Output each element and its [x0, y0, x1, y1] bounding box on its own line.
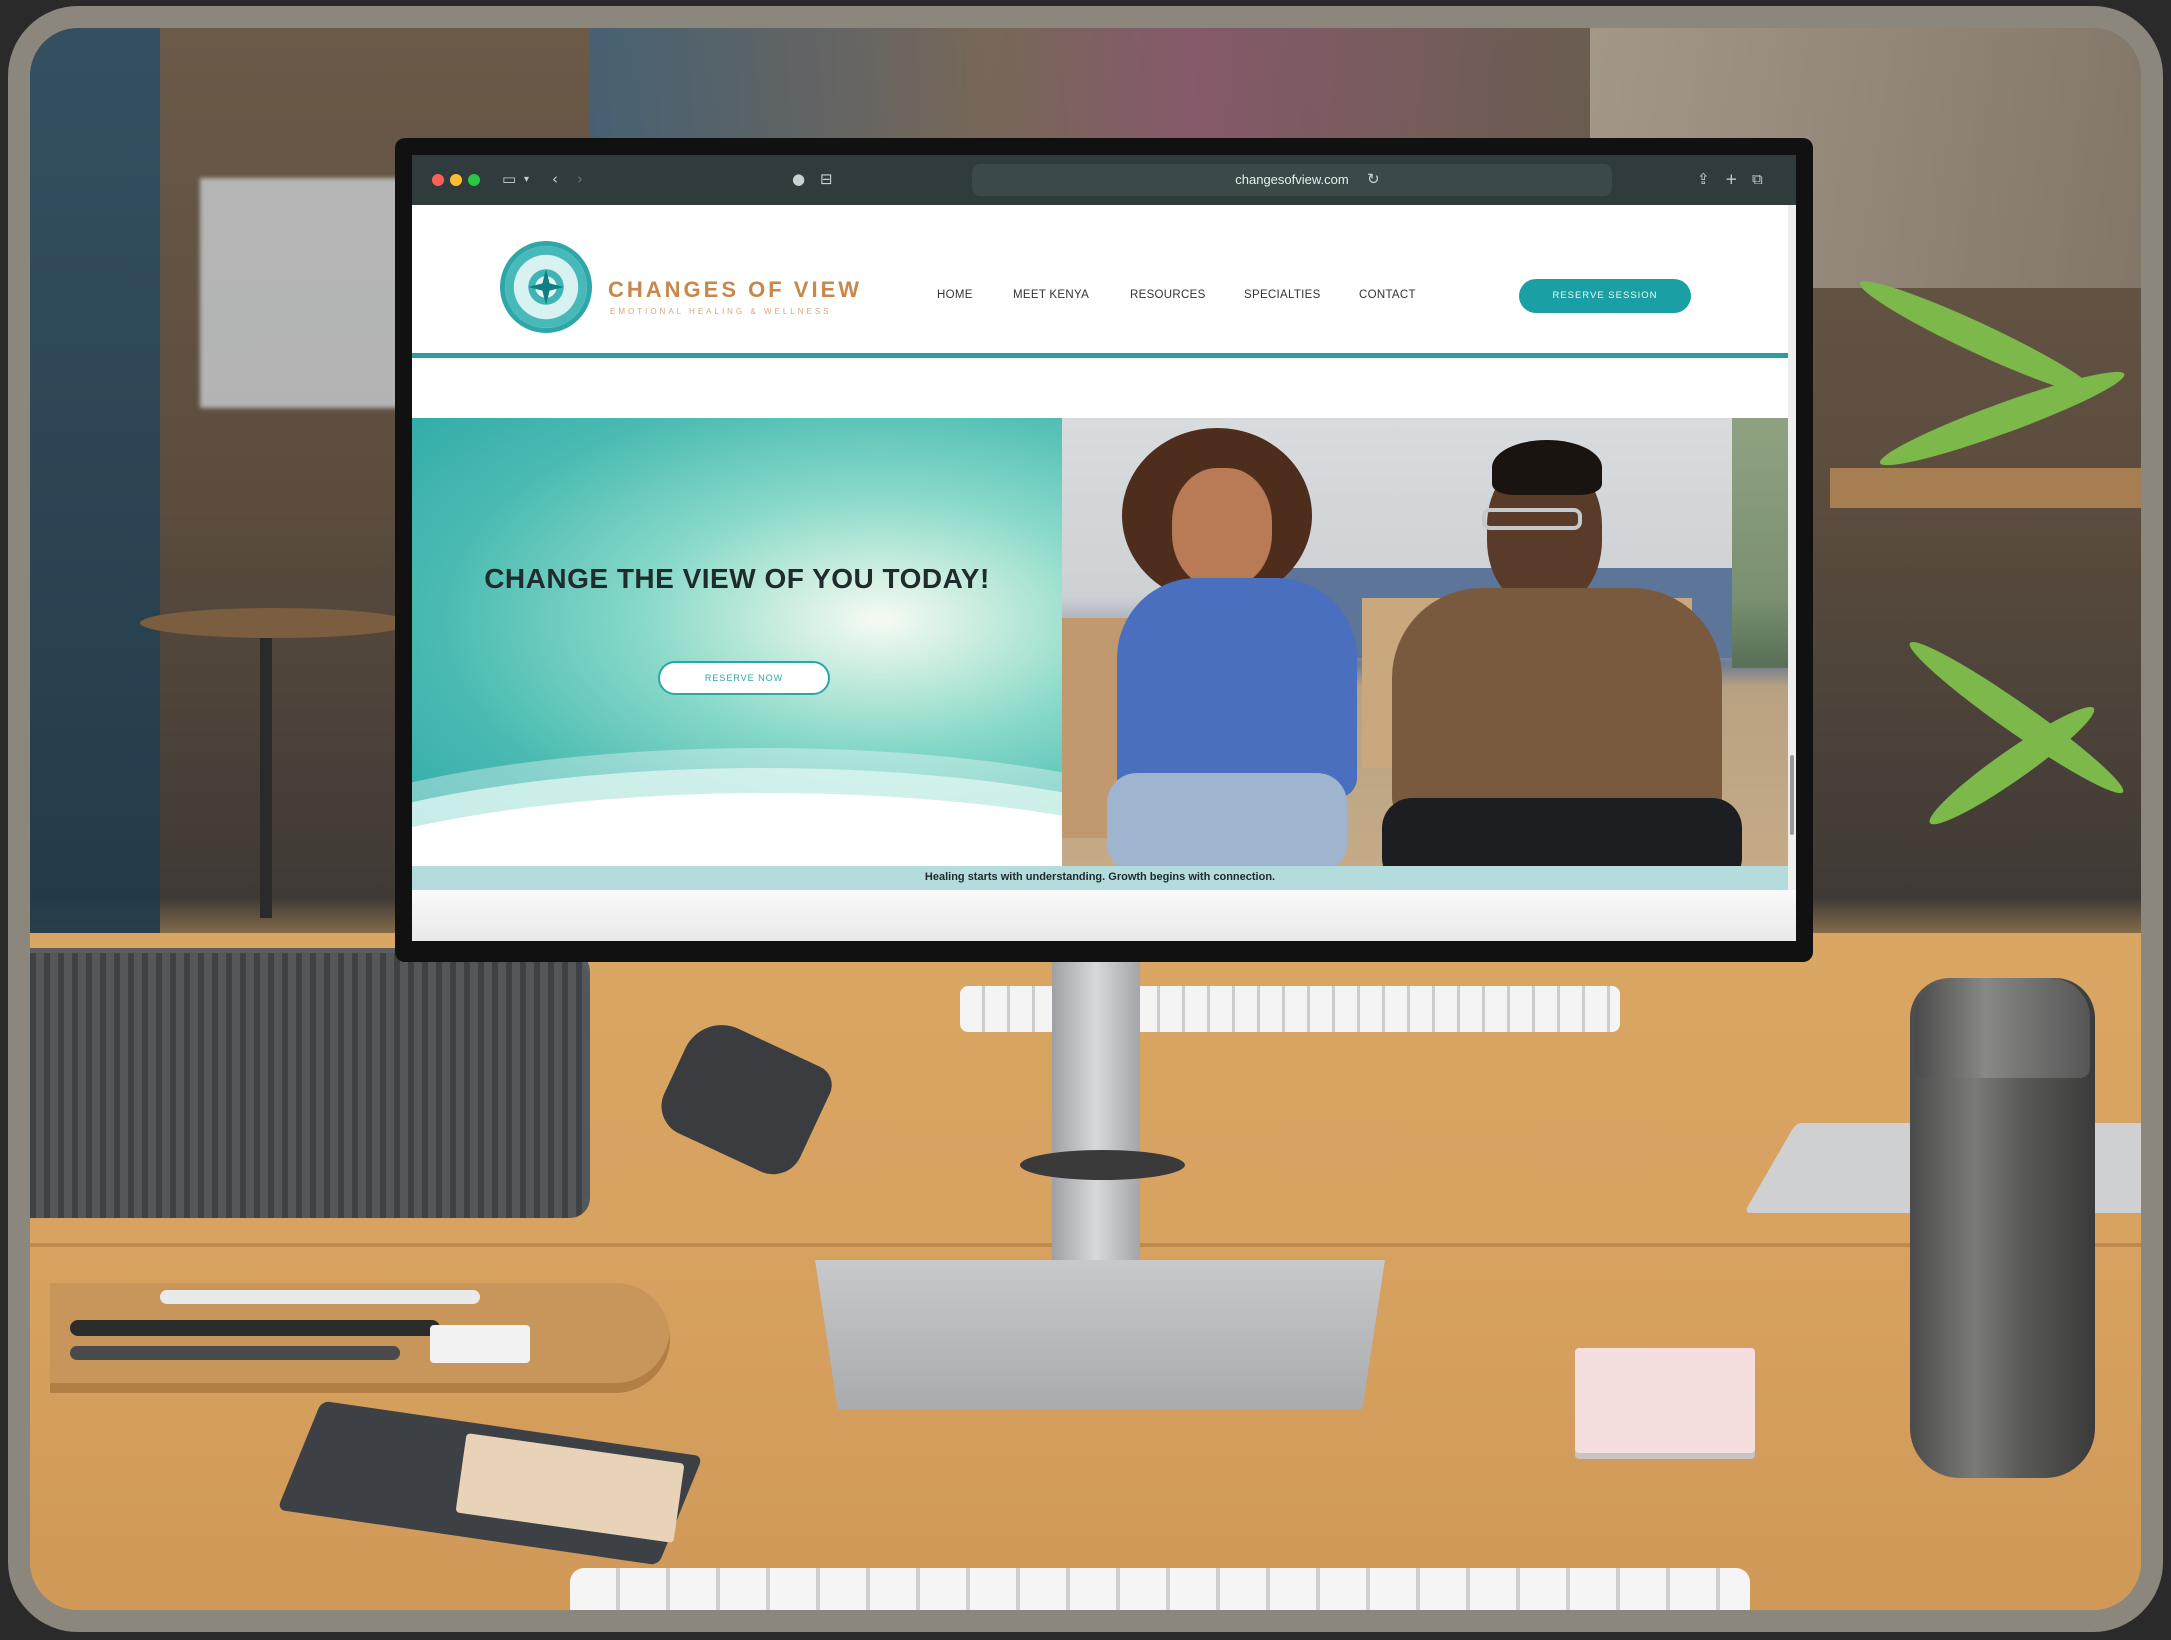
tab-overview-icon[interactable]: ⧉	[1752, 170, 1763, 188]
browser-toolbar: ▭ ▾ ‹ › ● ⊟ changesofview.com ↻ ⇪ + ⧉	[412, 155, 1796, 205]
zoom-window-button[interactable]	[468, 174, 480, 186]
close-window-button[interactable]	[432, 174, 444, 186]
hero-title: CHANGE THE VIEW OF YOU TODAY!	[484, 563, 990, 594]
new-tab-icon[interactable]: +	[1725, 170, 1738, 188]
forward-icon[interactable]: ›	[577, 170, 583, 188]
tagline-bar: Healing starts with understanding. Growt…	[412, 866, 1788, 890]
photo-man-legs	[1382, 798, 1742, 866]
keyboard	[570, 1568, 1750, 1610]
brand-logo[interactable]	[500, 241, 592, 333]
nav-contact[interactable]: CONTACT	[1359, 289, 1416, 301]
nav-meet-kenya[interactable]: MEET KENYA	[1013, 289, 1089, 301]
tagline-text: Healing starts with understanding. Growt…	[924, 871, 1276, 883]
brand-tagline: EMOTIONAL HEALING & WELLNESS	[610, 307, 832, 316]
plant-leaf	[1874, 359, 2130, 478]
compass-icon	[528, 269, 564, 305]
share-icon[interactable]: ⇪	[1697, 170, 1710, 188]
tab-group-icon[interactable]: ⊟	[820, 170, 833, 188]
bottle-cap	[1915, 978, 2090, 1078]
photo-woman-jeans	[1107, 773, 1347, 866]
monitor-stand	[1052, 945, 1140, 1305]
monitor-base	[815, 1260, 1385, 1410]
photo-man-hair	[1492, 440, 1602, 495]
extension-icon[interactable]: ●	[792, 170, 805, 188]
brand-name[interactable]: CHANGES OF VIEW	[608, 277, 862, 303]
nav-specialties[interactable]: SPECIALTIES	[1244, 289, 1321, 301]
background-wall	[30, 28, 160, 948]
speaker	[30, 953, 590, 1218]
photo-woman-sweater	[1117, 578, 1357, 798]
photo-plant	[1732, 418, 1788, 668]
reload-icon[interactable]: ↻	[1367, 170, 1380, 188]
address-bar[interactable]: changesofview.com	[972, 164, 1612, 196]
pen	[160, 1290, 480, 1304]
back-icon[interactable]: ‹	[552, 170, 558, 188]
pen	[70, 1346, 400, 1360]
header-divider	[412, 353, 1788, 358]
reserve-session-button[interactable]: RESERVE SESSION	[1519, 279, 1691, 313]
photo-woman-face	[1172, 468, 1272, 588]
minimize-window-button[interactable]	[450, 174, 462, 186]
scrollbar-thumb[interactable]	[1790, 755, 1794, 835]
hero-panel	[412, 418, 1062, 866]
background-table	[1830, 468, 2141, 508]
url-text: changesofview.com	[1235, 172, 1349, 187]
background-stool-leg	[260, 638, 272, 918]
hero-image	[1062, 418, 1788, 866]
monitor-screen: ▭ ▾ ‹ › ● ⊟ changesofview.com ↻ ⇪ + ⧉ CH…	[412, 155, 1796, 941]
reserve-now-button[interactable]: RESERVE NOW	[658, 661, 830, 695]
nav-home[interactable]: HOME	[937, 289, 973, 301]
background-stool	[140, 608, 410, 638]
nav-resources[interactable]: RESOURCES	[1130, 289, 1206, 301]
photo-man-glasses	[1482, 508, 1582, 530]
sticky-notes	[1575, 1348, 1755, 1453]
photo-man-sweater	[1392, 588, 1722, 818]
photo-frame: ▭ ▾ ‹ › ● ⊟ changesofview.com ↻ ⇪ + ⧉ CH…	[0, 0, 2171, 1640]
desk-grommet	[1020, 1150, 1185, 1180]
chevron-down-icon[interactable]: ▾	[524, 174, 529, 185]
eraser	[430, 1325, 530, 1363]
page-footer-edge	[412, 890, 1796, 941]
sidebar-icon[interactable]: ▭	[502, 170, 516, 188]
pen	[70, 1320, 440, 1336]
